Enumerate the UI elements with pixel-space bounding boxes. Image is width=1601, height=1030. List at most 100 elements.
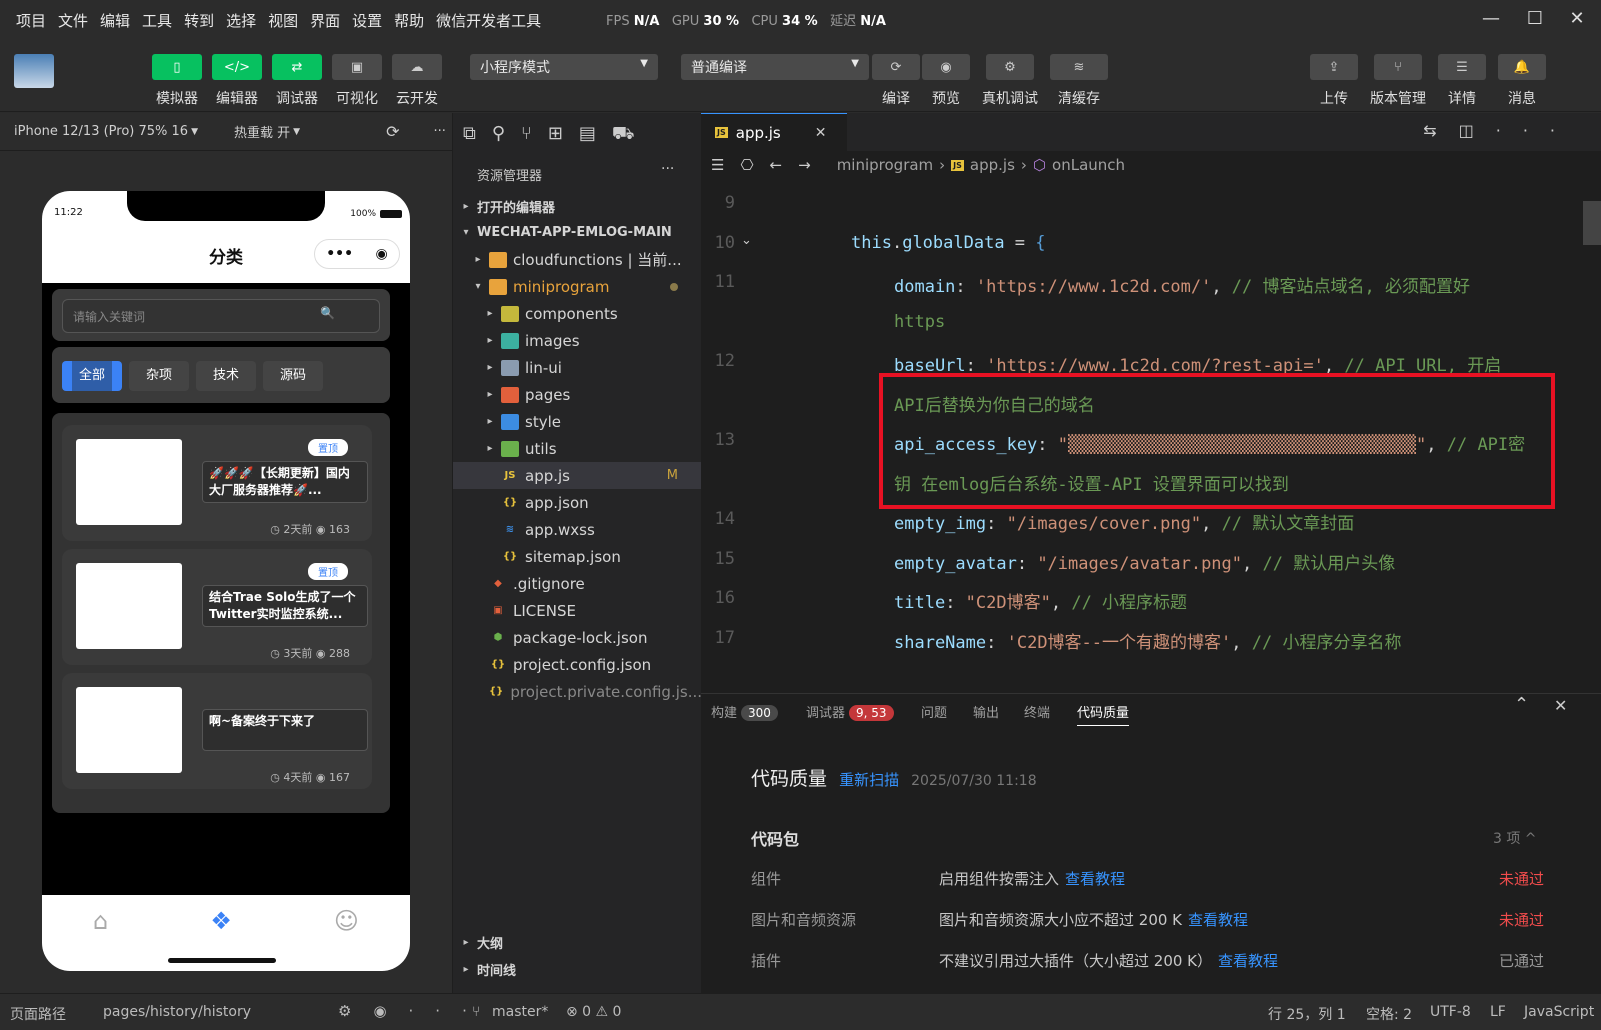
encoding[interactable]: UTF-8 [1430,1004,1471,1020]
more-icon[interactable]: ··· [661,161,674,177]
page-path[interactable]: pages/history/history [103,1004,251,1020]
file-tree-item[interactable]: JS app.js M [453,462,702,489]
file-tree-item[interactable]: {} project.config.json [453,651,702,678]
panel-tab[interactable]: 终端 [1024,702,1050,721]
section-count[interactable]: 3 项 ^ [1493,828,1537,848]
menu-item[interactable]: 工具 [136,10,178,31]
page-path-label[interactable]: 页面路径 [10,1004,66,1024]
status-tool-icons[interactable]: ⚙◉··· [338,1002,489,1020]
open-editors-section[interactable]: ▸ 打开的编辑器 [453,193,702,220]
close-tab-icon[interactable]: ✕ [815,125,827,141]
category-tab[interactable]: 技术 [196,361,256,391]
file-tree-item[interactable]: {} app.json [453,489,702,516]
action-button[interactable]: ◉ [922,54,970,80]
tutorial-link[interactable]: 查看教程 [1065,870,1125,888]
mode-select[interactable]: 小程序模式 ▼ [470,54,658,80]
file-tree-item[interactable]: ⬢ package-lock.json [453,624,702,651]
language-mode[interactable]: JavaScript [1524,1004,1594,1020]
file-tree-item[interactable]: ▸ images [453,327,702,354]
breadcrumb-folder[interactable]: miniprogram [837,156,933,174]
problems-count[interactable]: ⊗ 0 ⚠ 0 [566,1004,621,1020]
file-tree-item[interactable]: ▸ lin-ui [453,354,702,381]
menu-item[interactable]: 视图 [262,10,304,31]
action-button[interactable]: ⚙ [986,54,1034,80]
breadcrumb-file[interactable]: app.js [970,156,1015,174]
category-tab[interactable]: 源码 [263,361,323,391]
activity-icons[interactable]: ⧉⚲⑂⊞▤⛟ [463,123,651,147]
file-tree-item[interactable]: ▸ cloudfunctions | 当前... [453,246,702,273]
file-tree-item[interactable]: ▸ utils [453,435,702,462]
capsule-menu[interactable]: ••• ◉ [314,239,400,269]
category-tab[interactable]: 杂项 [129,361,189,391]
more-icon[interactable]: ••• [326,246,353,262]
device-select[interactable]: iPhone 12/13 (Pro) 75% 16 [14,124,188,139]
compile-select[interactable]: 普通编译 ▼ [681,54,869,80]
scrollbar[interactable] [1583,201,1601,245]
category-tab[interactable]: 全部 [62,361,122,391]
more-icon[interactable]: ··· [433,124,445,139]
menu-item[interactable]: 帮助 [388,10,430,31]
tutorial-link[interactable]: 查看教程 [1188,911,1248,929]
toolbar-right-button[interactable]: 🔔 [1498,54,1546,80]
nav-icons[interactable]: ☰⎔←→ [711,156,827,174]
close-window-icon[interactable]: ✕ [1562,6,1592,32]
file-tree-item[interactable]: ≋ app.wxss [453,516,702,543]
phone-button[interactable]: ▯ [152,54,202,80]
toolbar-right-button[interactable]: ⑂ [1374,54,1422,80]
timeline-section[interactable]: ▸ 时间线 [453,956,702,983]
file-tree-item[interactable]: ▸ pages [453,381,702,408]
file-tree-item[interactable]: ▣ LICENSE [453,597,702,624]
root-folder[interactable]: ▾ WECHAT-APP-EMLOG-MAIN [453,219,702,246]
file-tree-item[interactable]: {} sitemap.json [453,543,702,570]
cloud-button[interactable]: ☁ [392,54,442,80]
search-input[interactable]: 请输入关键词 🔍 [62,299,380,333]
git-branch[interactable]: master* [492,1004,548,1020]
panel-tab[interactable]: 输出 [973,702,999,721]
panel-tab[interactable]: 构建 300 [711,702,778,721]
line-ending[interactable]: LF [1490,1004,1506,1020]
fold-chevron-icon[interactable]: ⌄ [741,233,752,248]
cursor-position[interactable]: 行 25，列 1 [1268,1004,1346,1024]
code-editor[interactable]: JS app.js ✕ ⇆◫··· ☰⎔←→ miniprogram › JS … [701,113,1601,693]
close-panel-icon[interactable]: ✕ [1554,696,1567,715]
debug-button[interactable]: ⇄ [272,54,322,80]
avatar[interactable] [14,54,54,88]
minimize-icon[interactable]: — [1476,6,1506,32]
file-tree-item[interactable]: ▸ style [453,408,702,435]
rescan-link[interactable]: 重新扫描 [839,771,899,789]
indent-setting[interactable]: 空格: 2 [1366,1004,1412,1024]
menu-item[interactable]: 选择 [220,10,262,31]
collapse-icon[interactable]: ⌃ [1514,694,1529,715]
breadcrumb-symbol[interactable]: onLaunch [1052,156,1125,174]
user-icon[interactable]: ☺ [334,907,359,971]
outline-section[interactable]: ▸ 大纲 [453,929,702,956]
close-target-icon[interactable]: ◉ [376,246,388,262]
action-button[interactable]: ≋ [1050,54,1108,80]
editor-actions[interactable]: ⇆◫··· [1423,121,1577,140]
home-icon[interactable]: ⌂ [93,907,108,971]
file-tree-item[interactable]: ▸ components [453,300,702,327]
code-button[interactable]: </> [212,54,262,80]
menu-item[interactable]: 转到 [178,10,220,31]
file-tree-item[interactable]: ◆ .gitignore [453,570,702,597]
menu-item[interactable]: 界面 [304,10,346,31]
post-card[interactable]: 置顶 结合Trae Solo生成了一个Twitter实时监控系统... ◷ 3天前 … [62,549,372,665]
post-card[interactable]: 置顶 🚀🚀🚀【长期更新】国内大厂服务器推荐🚀... ◷ 2天前 ◉ 163 [62,425,372,541]
tutorial-link[interactable]: 查看教程 [1218,952,1278,970]
search-icon[interactable]: 🔍 [320,306,335,320]
toolbar-right-button[interactable]: ⇪ [1310,54,1358,80]
maximize-icon[interactable]: ☐ [1520,6,1550,32]
post-card[interactable]: 啊~备案终于下来了 ◷ 4天前 ◉ 167 [62,673,372,789]
menu-item[interactable]: 项目 [10,10,52,31]
hot-reload-toggle[interactable]: 热重载 开 [234,122,290,141]
menu-item[interactable]: 微信开发者工具 [430,10,547,31]
toolbar-right-button[interactable]: ☰ [1438,54,1486,80]
file-tree-item[interactable]: ▾ miniprogram [453,273,702,300]
file-tree-item[interactable]: {} project.private.config.js... [453,678,702,705]
menu-item[interactable]: 编辑 [94,10,136,31]
action-button[interactable]: ⟳ [872,54,920,80]
panel-tab[interactable]: 调试器 9, 53 [806,702,894,721]
editor-tab[interactable]: JS app.js ✕ [701,113,847,151]
layout-button[interactable]: ▣ [332,54,382,80]
menu-item[interactable]: 设置 [346,10,388,31]
